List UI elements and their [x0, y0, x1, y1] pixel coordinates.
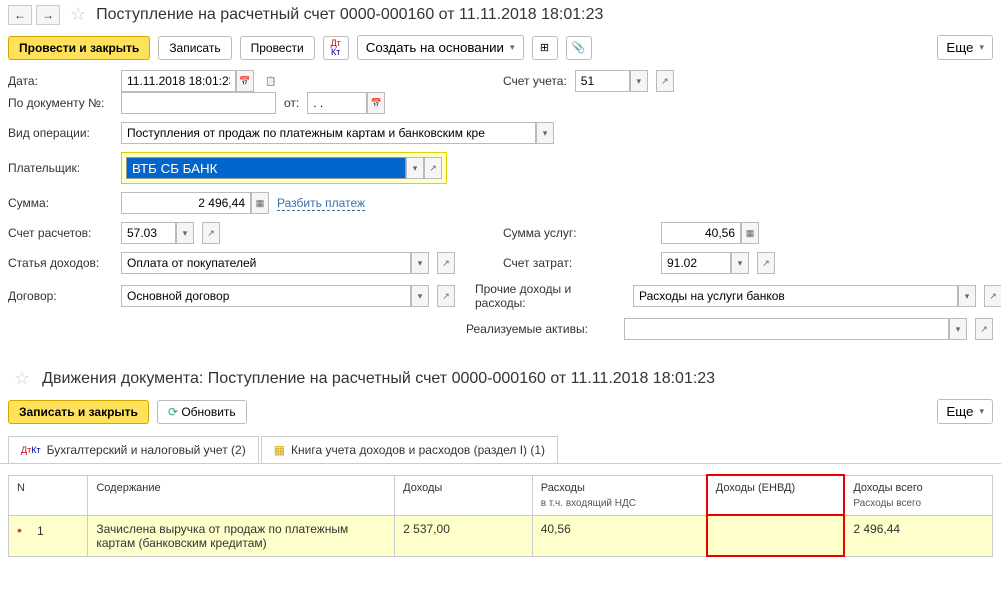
cost-open-icon[interactable]: ↗: [757, 252, 775, 274]
amount-input[interactable]: [121, 192, 251, 214]
favorite-star-icon[interactable]: ☆: [70, 4, 86, 25]
tab-accounting-label: Бухгалтерский и налоговый учет (2): [47, 443, 246, 457]
settlement-dropdown-icon[interactable]: ▾: [176, 222, 194, 244]
date-helper-icon[interactable]: 📋: [262, 70, 280, 92]
income-input[interactable]: [121, 252, 411, 274]
cost-dropdown-icon[interactable]: ▾: [731, 252, 749, 274]
payer-label: Плательщик:: [8, 161, 113, 175]
attachment-button[interactable]: 📎: [566, 36, 592, 60]
movements-table: N Содержание Доходы Расходы в т.ч. входя…: [8, 474, 993, 557]
doc-from-input[interactable]: [307, 92, 367, 114]
cost-account-input[interactable]: [661, 252, 731, 274]
docno-label: По документу №:: [8, 96, 113, 110]
settlement-input[interactable]: [121, 222, 176, 244]
optype-dropdown-icon[interactable]: ▾: [536, 122, 554, 144]
income-label: Статья доходов:: [8, 256, 113, 270]
dtkt-icon: ДтКт: [21, 446, 41, 455]
income-open-icon[interactable]: ↗: [437, 252, 455, 274]
post-and-close-button[interactable]: Провести и закрыть: [8, 36, 150, 60]
payer-input[interactable]: [126, 157, 406, 179]
assets-dropdown-icon[interactable]: ▾: [949, 318, 967, 340]
date-input[interactable]: [121, 70, 236, 92]
settlement-label: Счет расчетов:: [8, 226, 113, 240]
book-icon: ▦: [274, 443, 285, 457]
refresh-button[interactable]: ⟳ Обновить: [157, 400, 247, 424]
amount-calc-icon[interactable]: ▦: [251, 192, 269, 214]
contract-input[interactable]: [121, 285, 411, 307]
col-content: Содержание: [88, 475, 395, 515]
other-dropdown-icon[interactable]: ▾: [958, 285, 976, 307]
payer-open-icon[interactable]: ↗: [424, 157, 442, 179]
other-label: Прочие доходы и расходы:: [475, 282, 625, 310]
col-total: Доходы всего Расходы всего: [844, 475, 992, 515]
movements-title: Движения документа: Поступление на расче…: [42, 370, 715, 388]
row-bullet-icon: •: [17, 522, 37, 538]
nav-back-button[interactable]: ←: [8, 5, 32, 25]
other-open-icon[interactable]: ↗: [984, 285, 1001, 307]
account-open-icon[interactable]: ↗: [656, 70, 674, 92]
structure-button[interactable]: ⊞: [532, 36, 558, 60]
optype-label: Вид операции:: [8, 126, 113, 140]
dtkt-button[interactable]: ДтКт: [323, 36, 349, 60]
svc-amount-input[interactable]: [661, 222, 741, 244]
tab-book-label: Книга учета доходов и расходов (раздел I…: [291, 443, 545, 457]
settlement-open-icon[interactable]: ↗: [202, 222, 220, 244]
doc-from-label: от:: [284, 96, 299, 110]
nav-forward-button[interactable]: →: [36, 5, 60, 25]
assets-open-icon[interactable]: ↗: [975, 318, 993, 340]
contract-dropdown-icon[interactable]: ▾: [411, 285, 429, 307]
amount-label: Сумма:: [8, 196, 113, 210]
cost-account-label: Счет затрат:: [503, 256, 653, 270]
col-n: N: [9, 475, 88, 515]
more-dropdown[interactable]: Еще: [937, 35, 993, 60]
movements-save-close-button[interactable]: Записать и закрыть: [8, 400, 149, 424]
optype-input[interactable]: [121, 122, 536, 144]
svc-amount-label: Сумма услуг:: [503, 226, 653, 240]
tab-book[interactable]: ▦ Книга учета доходов и расходов (раздел…: [261, 436, 558, 463]
tab-accounting[interactable]: ДтКт Бухгалтерский и налоговый учет (2): [8, 436, 259, 463]
docno-input[interactable]: [121, 92, 276, 114]
income-dropdown-icon[interactable]: ▾: [411, 252, 429, 274]
save-button[interactable]: Записать: [158, 36, 231, 60]
account-dropdown-icon[interactable]: ▾: [630, 70, 648, 92]
movements-more-dropdown[interactable]: Еще: [937, 399, 993, 424]
page-title: Поступление на расчетный счет 0000-00016…: [96, 6, 603, 24]
col-envd: Доходы (ЕНВД): [707, 475, 845, 515]
contract-open-icon[interactable]: ↗: [437, 285, 455, 307]
col-income: Доходы: [395, 475, 533, 515]
table-row[interactable]: •1 Зачислена выручка от продаж по платеж…: [9, 515, 993, 556]
assets-input[interactable]: [624, 318, 949, 340]
other-input[interactable]: [633, 285, 958, 307]
contract-label: Договор:: [8, 289, 113, 303]
doc-from-calendar-icon[interactable]: 📅: [367, 92, 385, 114]
account-input[interactable]: [575, 70, 630, 92]
create-based-dropdown[interactable]: Создать на основании: [357, 35, 524, 60]
split-payment-link[interactable]: Разбить платеж: [277, 196, 365, 211]
svc-calc-icon[interactable]: ▦: [741, 222, 759, 244]
calendar-icon[interactable]: 📅: [236, 70, 254, 92]
post-button[interactable]: Провести: [240, 36, 315, 60]
movements-star-icon[interactable]: ☆: [14, 368, 30, 389]
assets-label: Реализуемые активы:: [466, 322, 616, 336]
col-expense: Расходы в т.ч. входящий НДС: [532, 475, 707, 515]
account-label: Счет учета:: [503, 74, 567, 88]
payer-dropdown-icon[interactable]: ▾: [406, 157, 424, 179]
date-label: Дата:: [8, 74, 113, 88]
